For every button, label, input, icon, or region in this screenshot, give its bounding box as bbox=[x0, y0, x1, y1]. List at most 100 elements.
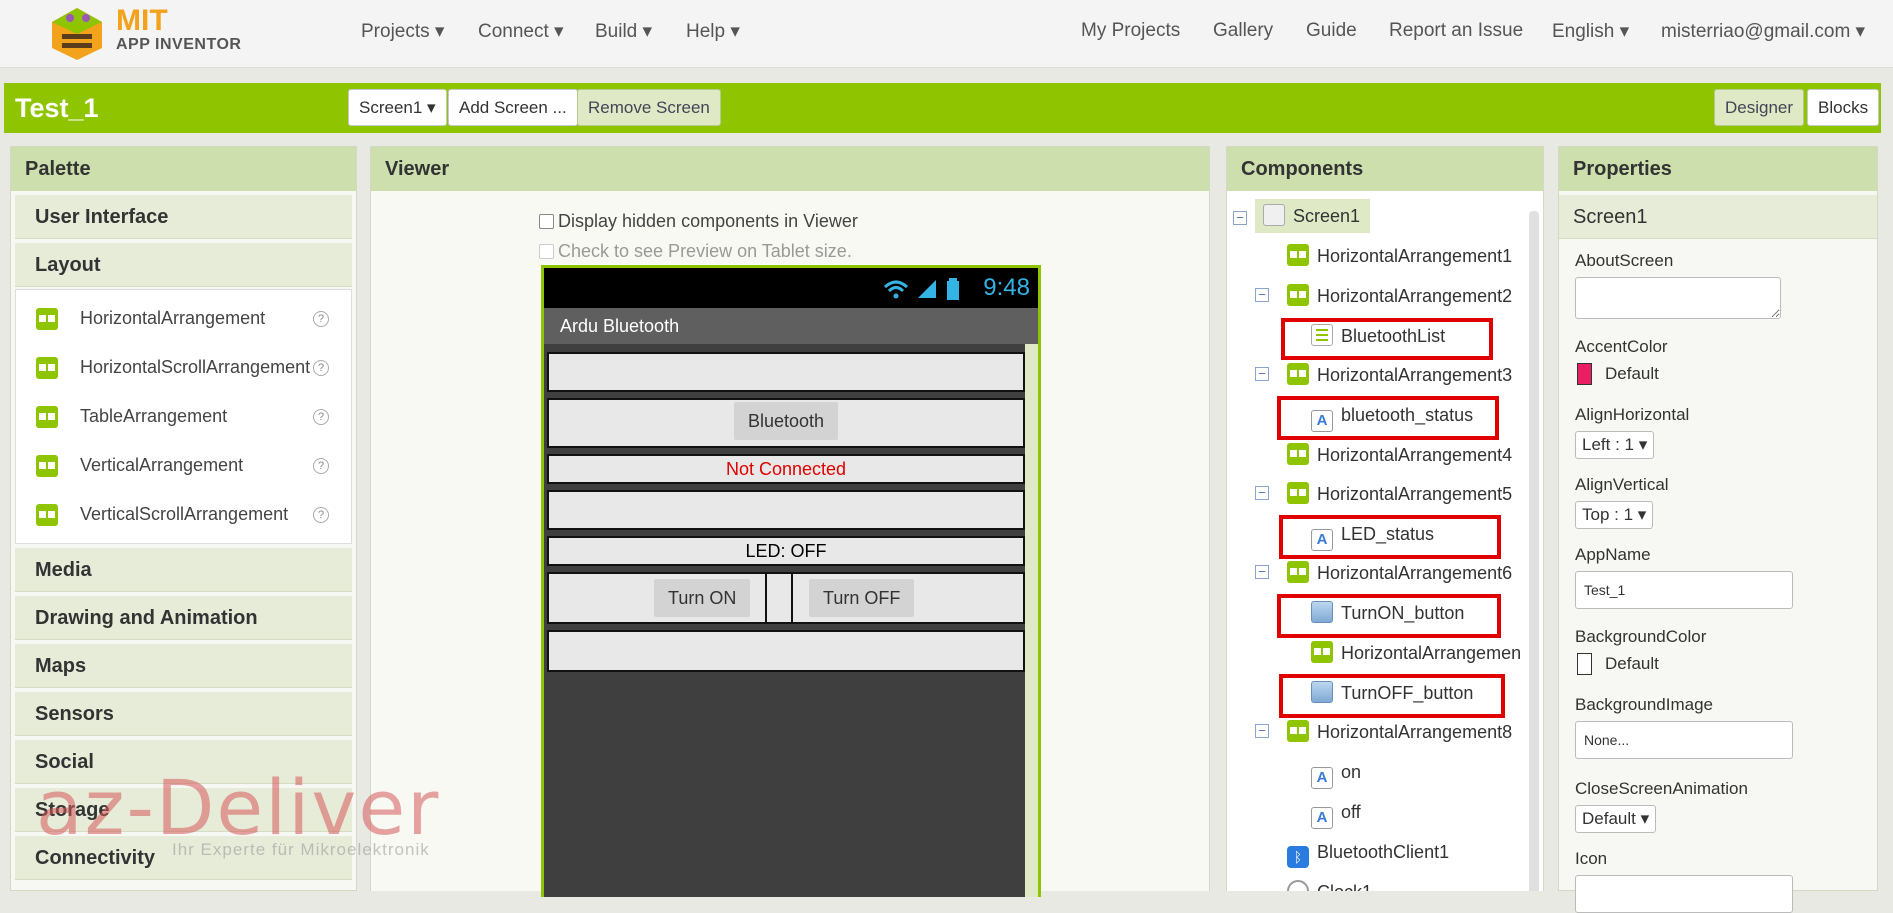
tree-item-horizontal-arrangement3[interactable]: HorizontalArrangement3 bbox=[1287, 358, 1512, 392]
horizontal-arrangement-4[interactable] bbox=[547, 490, 1025, 530]
palette-category-connectivity[interactable]: Connectivity bbox=[15, 836, 352, 880]
palette-category-media[interactable]: Media bbox=[15, 548, 352, 592]
label-icon: A bbox=[1311, 767, 1333, 789]
tree-item-horizontal-arrangement5[interactable]: HorizontalArrangement5 bbox=[1287, 477, 1512, 511]
nav-language-menu[interactable]: English ▾ bbox=[1552, 20, 1629, 43]
accent-color-value[interactable]: Default bbox=[1605, 364, 1659, 384]
nav-connect-menu[interactable]: Connect ▾ bbox=[478, 20, 564, 43]
horizontal-arrangement-icon bbox=[1287, 482, 1309, 504]
app-inventor-logo[interactable]: MIT APP INVENTOR bbox=[44, 2, 244, 60]
horizontal-arrangement-2[interactable]: Bluetooth bbox=[547, 398, 1025, 448]
checkbox-icon[interactable] bbox=[539, 244, 554, 259]
tree-item-off-label[interactable]: Aoff bbox=[1311, 795, 1361, 829]
display-hidden-checkbox[interactable]: Display hidden components in Viewer bbox=[539, 211, 858, 232]
turn-on-button[interactable]: Turn ON bbox=[654, 579, 751, 617]
bluetooth-list-picker[interactable]: Bluetooth bbox=[733, 402, 839, 440]
nav-build-menu[interactable]: Build ▾ bbox=[595, 20, 652, 43]
palette-category-user-interface[interactable]: User Interface bbox=[15, 195, 352, 239]
layout-items-list: HorizontalArrangement ? HorizontalScroll… bbox=[15, 289, 352, 544]
collapse-toggle-icon[interactable]: − bbox=[1255, 486, 1269, 500]
background-image-input[interactable]: None... bbox=[1575, 721, 1793, 759]
about-screen-label: AboutScreen bbox=[1575, 251, 1674, 270]
align-vertical-select[interactable]: Top : 1 ▾ bbox=[1575, 501, 1654, 529]
collapse-toggle-icon[interactable]: − bbox=[1255, 367, 1269, 381]
add-screen-button[interactable]: Add Screen ... bbox=[448, 89, 578, 126]
tablet-preview-checkbox[interactable]: Check to see Preview on Tablet size. bbox=[539, 241, 852, 262]
accent-color-swatch[interactable] bbox=[1577, 363, 1592, 385]
palette-item-horizontal-scroll-arrangement[interactable]: HorizontalScrollArrangement ? bbox=[16, 343, 351, 392]
checkbox-icon[interactable] bbox=[539, 214, 554, 229]
help-icon[interactable]: ? bbox=[313, 458, 329, 474]
tree-item-horizontal-arrangement7[interactable]: HorizontalArrangemen bbox=[1311, 636, 1521, 670]
components-scrollbar[interactable] bbox=[1529, 211, 1539, 891]
app-name-input[interactable]: Test_1 bbox=[1575, 571, 1793, 609]
nav-gallery[interactable]: Gallery bbox=[1213, 20, 1273, 42]
nav-report-issue[interactable]: Report an Issue bbox=[1389, 20, 1523, 42]
turn-off-button[interactable]: Turn OFF bbox=[809, 579, 915, 617]
remove-screen-button[interactable]: Remove Screen bbox=[577, 89, 721, 126]
palette-item-table-arrangement[interactable]: TableArrangement ? bbox=[16, 392, 351, 441]
tree-item-screen1[interactable]: Screen1 bbox=[1255, 199, 1371, 233]
palette-item-vertical-scroll-arrangement[interactable]: VerticalScrollArrangement ? bbox=[16, 490, 351, 539]
nav-help-menu[interactable]: Help ▾ bbox=[686, 20, 740, 43]
nav-projects-menu[interactable]: Projects ▾ bbox=[361, 20, 444, 43]
highlight-box bbox=[1279, 674, 1505, 718]
phone-scrollbar[interactable] bbox=[1025, 344, 1038, 897]
tree-item-horizontal-arrangement2[interactable]: HorizontalArrangement2 bbox=[1287, 279, 1512, 313]
nav-my-projects[interactable]: My Projects bbox=[1081, 20, 1180, 42]
icon-property-input[interactable] bbox=[1575, 875, 1793, 913]
bluetooth-status-label[interactable]: Not Connected bbox=[547, 454, 1025, 484]
top-navigation: MIT APP INVENTOR Projects ▾ Connect ▾ Bu… bbox=[0, 0, 1893, 68]
horizontal-arrangement-1[interactable] bbox=[547, 352, 1025, 392]
help-icon[interactable]: ? bbox=[313, 409, 329, 425]
collapse-toggle-icon[interactable]: − bbox=[1255, 724, 1269, 738]
collapse-toggle-icon[interactable]: − bbox=[1255, 288, 1269, 302]
phone-app-title: Ardu Bluetooth bbox=[544, 308, 1038, 344]
palette-category-storage[interactable]: Storage bbox=[15, 788, 352, 832]
palette-category-drawing-animation[interactable]: Drawing and Animation bbox=[15, 596, 352, 640]
screen-select-dropdown[interactable]: Screen1 ▾ bbox=[348, 89, 447, 126]
highlight-box bbox=[1277, 396, 1499, 440]
palette-category-sensors[interactable]: Sensors bbox=[15, 692, 352, 736]
align-horizontal-select[interactable]: Left : 1 ▾ bbox=[1575, 431, 1655, 459]
tree-item-horizontal-arrangement8[interactable]: HorizontalArrangement8 bbox=[1287, 715, 1512, 749]
collapse-toggle-icon[interactable]: − bbox=[1255, 565, 1269, 579]
viewer-panel: Viewer Display hidden components in View… bbox=[370, 146, 1210, 897]
tree-item-horizontal-arrangement4[interactable]: HorizontalArrangement4 bbox=[1287, 438, 1512, 472]
help-icon[interactable]: ? bbox=[313, 360, 329, 376]
collapse-toggle-icon[interactable]: − bbox=[1233, 211, 1247, 225]
palette-category-maps[interactable]: Maps bbox=[15, 644, 352, 688]
horizontal-arrangement-8[interactable] bbox=[547, 630, 1025, 672]
nav-account-menu[interactable]: misterriao@gmail.com ▾ bbox=[1661, 20, 1865, 43]
palette-category-layout[interactable]: Layout bbox=[15, 243, 352, 287]
horizontal-arrangement-6[interactable]: Turn ON Turn OFF bbox=[547, 572, 1025, 624]
tree-item-clock[interactable]: Clock1 bbox=[1287, 875, 1372, 891]
about-screen-input[interactable] bbox=[1575, 277, 1781, 319]
horizontal-scroll-arrangement-icon bbox=[36, 357, 58, 379]
tree-item-bluetooth-client[interactable]: ᛒ BluetoothClient1 bbox=[1287, 835, 1449, 869]
project-name: Test_1 bbox=[15, 93, 99, 123]
project-toolbar: Test_1 Screen1 ▾ Add Screen ... Remove S… bbox=[4, 83, 1881, 133]
help-icon[interactable]: ? bbox=[313, 311, 329, 327]
tree-item-horizontal-arrangement6[interactable]: HorizontalArrangement6 bbox=[1287, 556, 1512, 590]
palette-item-vertical-arrangement[interactable]: VerticalArrangement ? bbox=[16, 441, 351, 490]
horizontal-arrangement-icon bbox=[1287, 244, 1309, 266]
help-icon[interactable]: ? bbox=[313, 507, 329, 523]
led-status-label[interactable]: LED: OFF bbox=[547, 536, 1025, 566]
tree-item-on-label[interactable]: Aon bbox=[1311, 755, 1361, 789]
close-screen-animation-select[interactable]: Default ▾ bbox=[1575, 805, 1657, 833]
background-color-swatch[interactable] bbox=[1577, 653, 1592, 675]
spacer-arrangement[interactable] bbox=[765, 574, 793, 622]
horizontal-arrangement-icon bbox=[1287, 720, 1309, 742]
tree-item-horizontal-arrangement1[interactable]: HorizontalArrangement1 bbox=[1287, 239, 1512, 273]
palette-item-horizontal-arrangement[interactable]: HorizontalArrangement ? bbox=[16, 294, 351, 343]
nav-guide[interactable]: Guide bbox=[1306, 20, 1357, 42]
horizontal-arrangement-icon bbox=[36, 308, 58, 330]
blocks-button[interactable]: Blocks bbox=[1807, 89, 1880, 126]
tree-item-label: HorizontalArrangement1 bbox=[1317, 246, 1513, 266]
horizontal-arrangement-icon bbox=[1287, 363, 1309, 385]
bluetooth-icon: ᛒ bbox=[1287, 846, 1309, 868]
palette-category-social[interactable]: Social bbox=[15, 740, 352, 784]
designer-button[interactable]: Designer bbox=[1714, 89, 1805, 126]
background-color-value[interactable]: Default bbox=[1605, 654, 1659, 674]
